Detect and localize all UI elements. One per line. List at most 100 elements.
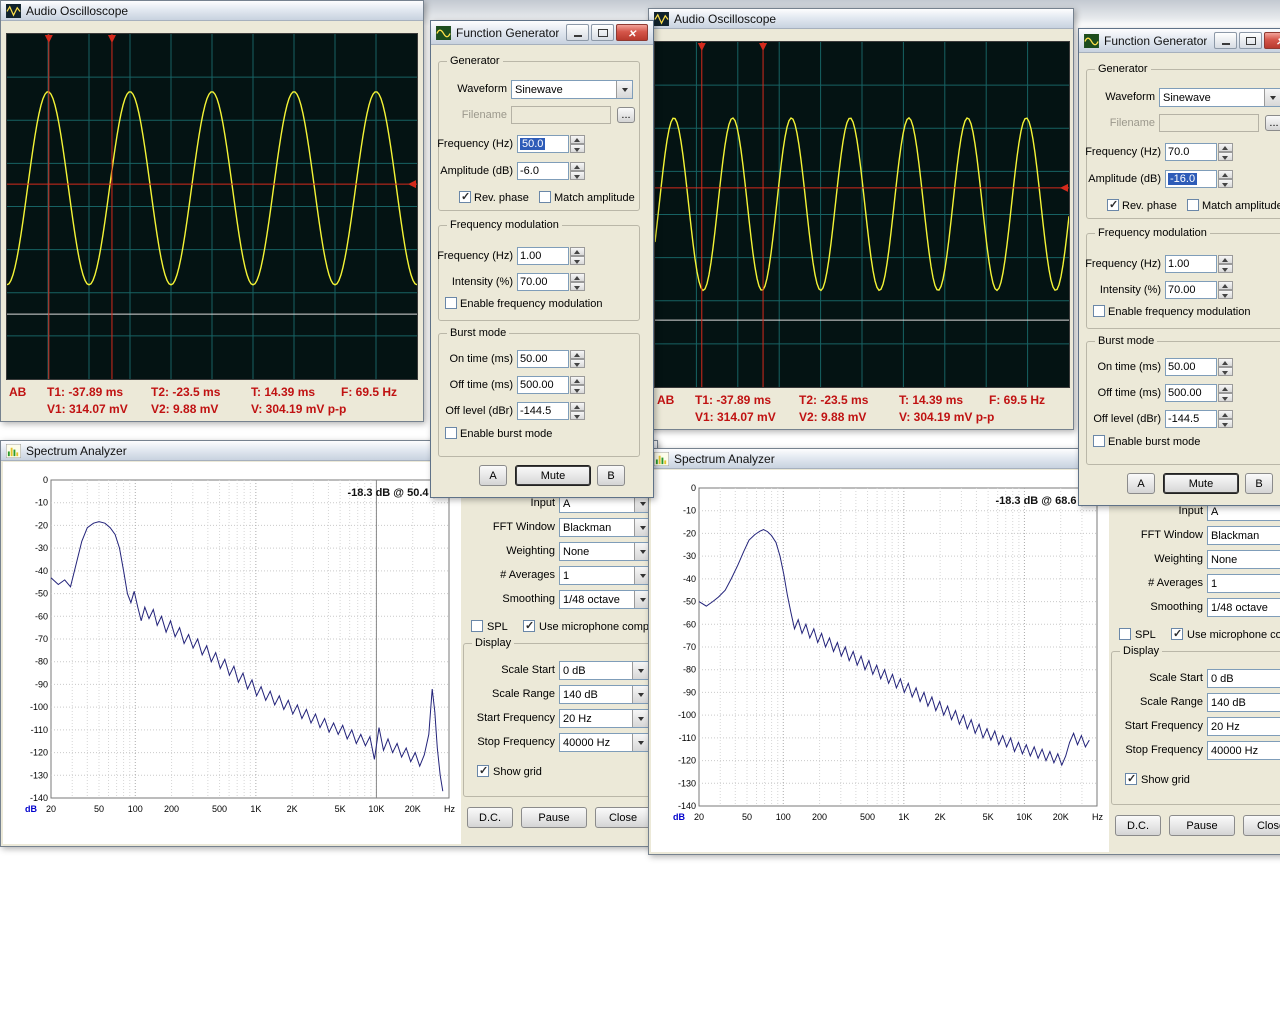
close-icon	[1276, 34, 1280, 48]
maximize-button[interactable]	[591, 24, 614, 41]
averages-select[interactable]: 1	[1207, 574, 1280, 593]
input-label: Input	[463, 497, 555, 509]
spin-down-icon	[1218, 290, 1233, 299]
channel-a-button[interactable]: A	[1127, 473, 1155, 494]
smoothing-select[interactable]: 1/48 octave	[559, 590, 651, 609]
enable-burst-checkbox[interactable]	[1093, 435, 1105, 447]
amplitude-input[interactable]: -6.0	[517, 162, 569, 180]
on-time-input[interactable]: 50.00	[517, 350, 569, 368]
enable-burst-checkbox[interactable]	[445, 427, 457, 439]
frequency-input[interactable]: 50.0	[517, 135, 569, 153]
show-grid-checkbox[interactable]	[1125, 773, 1137, 785]
stop-frequency-select[interactable]: 40000 Hz	[1207, 741, 1280, 760]
fm-frequency-input[interactable]: 1.00	[517, 247, 569, 265]
intensity-input[interactable]: 70.00	[1165, 281, 1217, 299]
off-level-spinner[interactable]	[1218, 410, 1233, 428]
amplitude-input[interactable]: -16.0	[1165, 170, 1217, 188]
off-time-input[interactable]: 500.00	[1165, 384, 1217, 402]
enable-fm-checkbox[interactable]	[1093, 305, 1105, 317]
mute-button[interactable]: Mute	[1163, 473, 1239, 494]
close-button[interactable]: Close	[1243, 815, 1280, 836]
pause-button[interactable]: Pause	[521, 807, 587, 828]
on-time-spinner[interactable]	[570, 350, 585, 368]
titlebar[interactable]: Function Generator	[431, 21, 653, 45]
frequency-input[interactable]: 70.0	[1165, 143, 1217, 161]
spl-checkbox[interactable]	[1119, 628, 1131, 640]
off-level-input[interactable]: -144.5	[517, 402, 569, 420]
frequency-spinner[interactable]	[1218, 143, 1233, 161]
on-time-input[interactable]: 50.00	[1165, 358, 1217, 376]
match-amplitude-checkbox[interactable]	[539, 191, 551, 203]
match-amplitude-checkbox[interactable]	[1187, 199, 1199, 211]
channel-label: AB	[657, 393, 674, 407]
waveform-select[interactable]: Sinewave	[511, 80, 633, 99]
chevron-down-icon[interactable]	[632, 734, 648, 751]
fm-frequency-spinner[interactable]	[1218, 255, 1233, 273]
browse-button[interactable]: ...	[1265, 115, 1280, 131]
scale-range-select[interactable]: 140 dB	[559, 685, 649, 704]
dc-button[interactable]: D.C.	[467, 807, 513, 828]
enable-fm-checkbox[interactable]	[445, 297, 457, 309]
chevron-down-icon[interactable]	[1264, 89, 1280, 106]
close-button[interactable]: Close	[595, 807, 651, 828]
rev-phase-checkbox[interactable]	[459, 191, 471, 203]
stop-frequency-select[interactable]: 40000 Hz	[559, 733, 649, 752]
chevron-down-icon[interactable]	[632, 686, 648, 703]
on-time-spinner[interactable]	[1218, 358, 1233, 376]
close-button[interactable]	[1264, 32, 1280, 49]
svg-text:200: 200	[164, 804, 179, 814]
scale-range-select[interactable]: 140 dB	[1207, 693, 1280, 712]
f-readout: F: 69.5 Hz	[989, 393, 1045, 407]
chevron-down-icon[interactable]	[632, 710, 648, 727]
weighting-select[interactable]: None	[1207, 550, 1280, 569]
start-frequency-select[interactable]: 20 Hz	[559, 709, 649, 728]
off-time-spinner[interactable]	[1218, 384, 1233, 402]
off-time-spinner[interactable]	[570, 376, 585, 394]
titlebar[interactable]: Audio Oscilloscope	[1, 1, 423, 21]
channel-b-button[interactable]: B	[1245, 473, 1273, 494]
mute-button[interactable]: Mute	[515, 465, 591, 486]
chevron-down-icon[interactable]	[616, 81, 632, 98]
titlebar[interactable]: Function Generator	[1079, 29, 1280, 53]
amplitude-spinner[interactable]	[570, 162, 585, 180]
off-level-input[interactable]: -144.5	[1165, 410, 1217, 428]
spl-checkbox[interactable]	[471, 620, 483, 632]
mic-comp-checkbox[interactable]	[523, 620, 535, 632]
intensity-spinner[interactable]	[1218, 281, 1233, 299]
waveform-select[interactable]: Sinewave	[1159, 88, 1280, 107]
close-button[interactable]	[616, 24, 648, 41]
show-grid-checkbox[interactable]	[477, 765, 489, 777]
intensity-spinner[interactable]	[570, 273, 585, 291]
svg-text:dB: dB	[673, 812, 685, 822]
minimize-button[interactable]	[1214, 32, 1237, 49]
channel-b-button[interactable]: B	[597, 465, 625, 486]
fft-window-select[interactable]: Blackman	[559, 518, 651, 537]
weighting-select[interactable]: None	[559, 542, 651, 561]
pause-button[interactable]: Pause	[1169, 815, 1235, 836]
off-time-input[interactable]: 500.00	[517, 376, 569, 394]
scale-start-select[interactable]: 0 dB	[1207, 669, 1280, 688]
fm-frequency-spinner[interactable]	[570, 247, 585, 265]
start-frequency-select[interactable]: 20 Hz	[1207, 717, 1280, 736]
intensity-input[interactable]: 70.00	[517, 273, 569, 291]
fft-window-select[interactable]: Blackman	[1207, 526, 1280, 545]
averages-select[interactable]: 1	[559, 566, 651, 585]
amplitude-spinner[interactable]	[1218, 170, 1233, 188]
mic-comp-checkbox[interactable]	[1171, 628, 1183, 640]
smoothing-select[interactable]: 1/48 octave	[1207, 598, 1280, 617]
frequency-spinner[interactable]	[570, 135, 585, 153]
titlebar[interactable]: Audio Oscilloscope	[649, 9, 1073, 29]
fm-frequency-input[interactable]: 1.00	[1165, 255, 1217, 273]
scale-start-select[interactable]: 0 dB	[559, 661, 649, 680]
minimize-button[interactable]	[566, 24, 589, 41]
maximize-button[interactable]	[1239, 32, 1262, 49]
dc-button[interactable]: D.C.	[1115, 815, 1161, 836]
off-level-spinner[interactable]	[570, 402, 585, 420]
rev-phase-checkbox[interactable]	[1107, 199, 1119, 211]
spin-down-icon	[570, 144, 585, 153]
input-label: Input	[1111, 505, 1203, 517]
chevron-down-icon[interactable]	[632, 662, 648, 679]
channel-a-button[interactable]: A	[479, 465, 507, 486]
enable-burst-label: Enable burst mode	[1108, 436, 1200, 448]
browse-button[interactable]: ...	[617, 107, 635, 123]
